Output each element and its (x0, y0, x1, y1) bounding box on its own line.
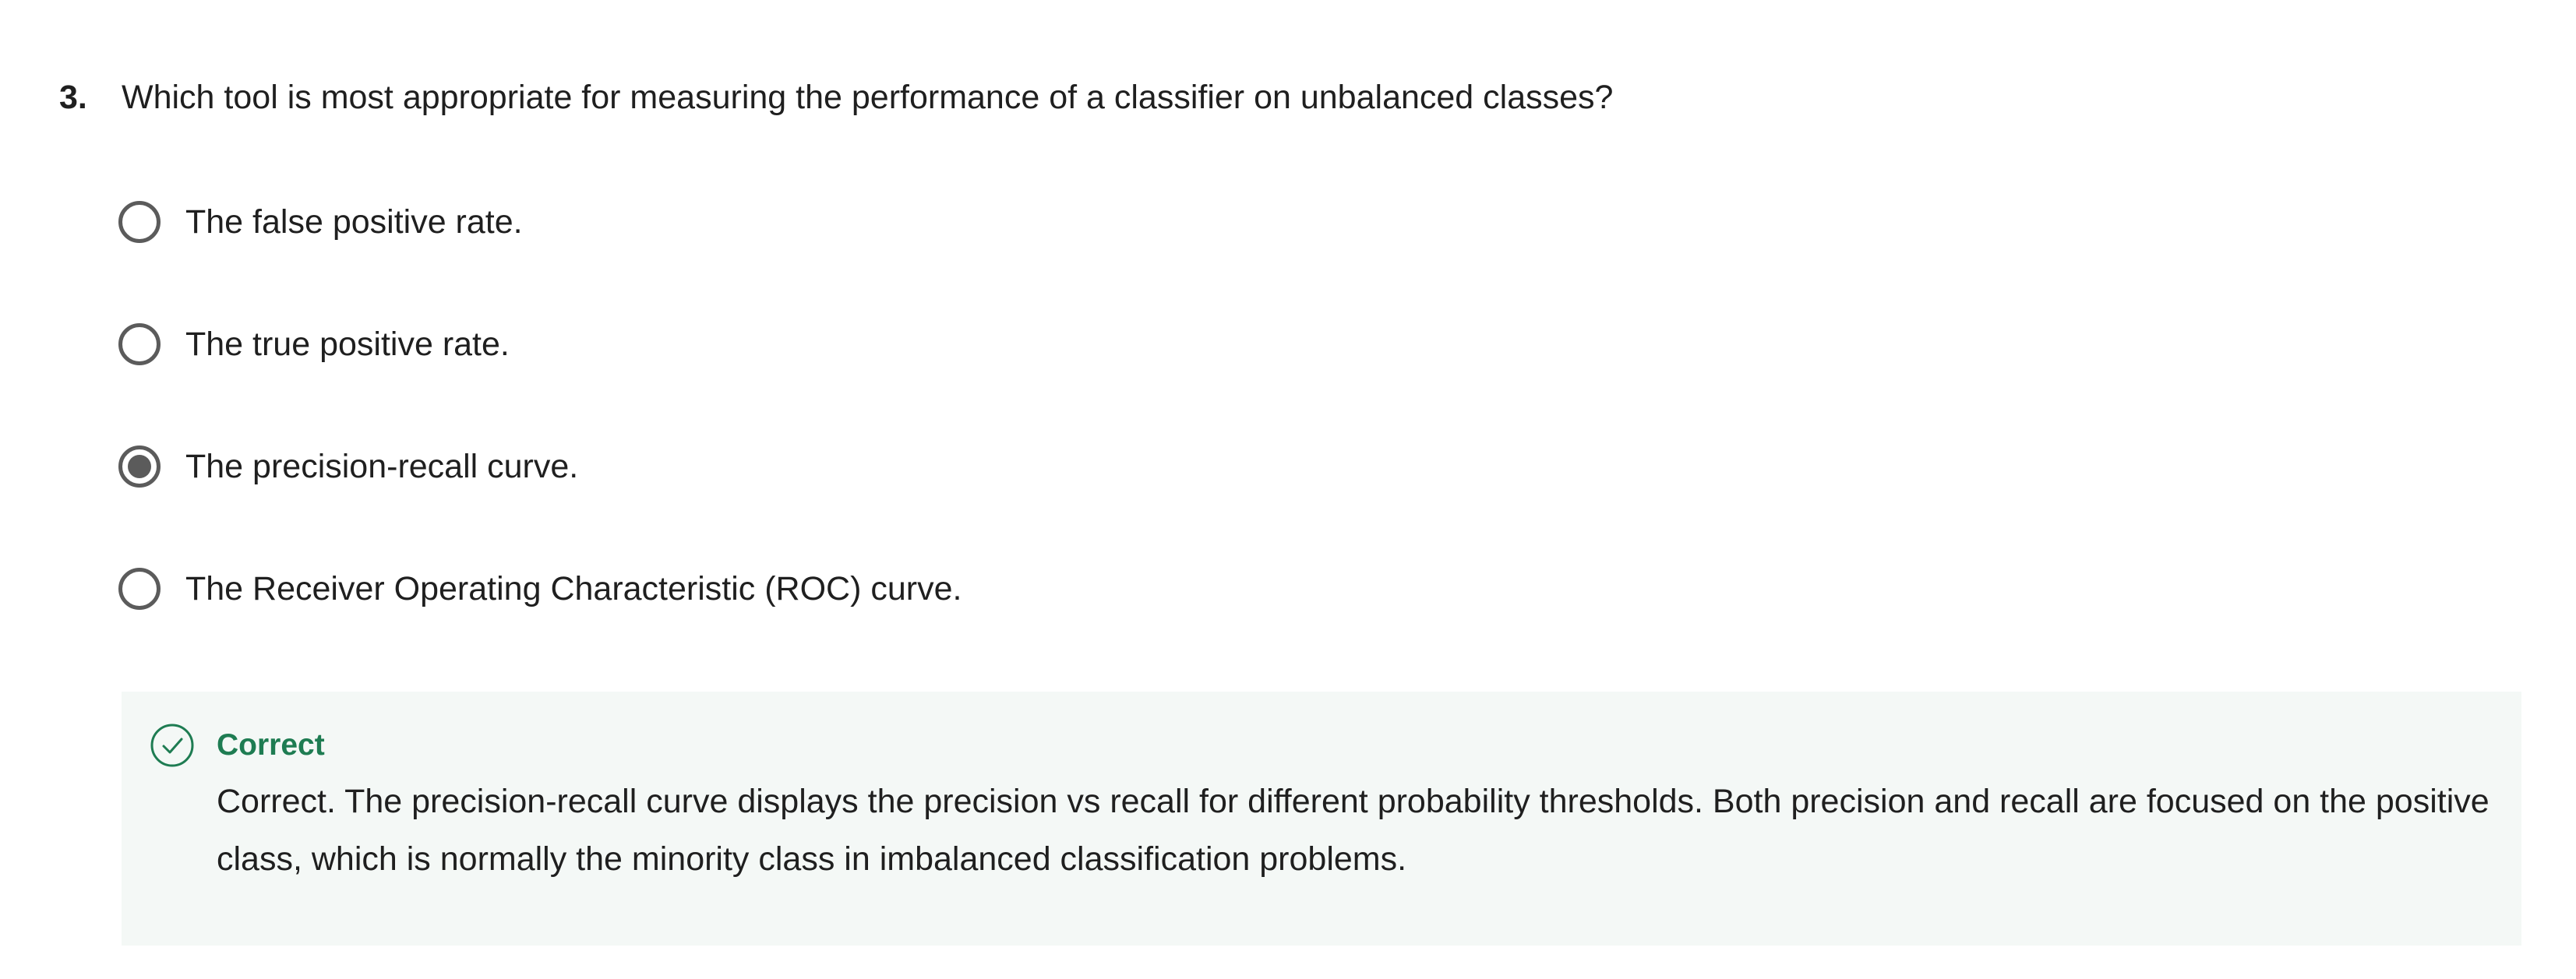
answer-option-true-positive-rate[interactable]: The true positive rate. (118, 321, 962, 368)
question-number: 3. (59, 79, 87, 116)
answer-options: The false positive rate. The true positi… (118, 199, 962, 688)
answer-option-precision-recall-curve[interactable]: The precision-recall curve. (118, 443, 962, 490)
feedback-status: Correct (217, 728, 325, 762)
option-label: The precision-recall curve. (185, 448, 579, 485)
feedback-explanation: Correct. The precision-recall curve disp… (217, 783, 2490, 878)
radio-selected-dot (128, 455, 151, 478)
radio-button[interactable] (118, 323, 161, 365)
check-circle-icon (150, 724, 194, 767)
option-label: The Receiver Operating Characteristic (R… (185, 570, 962, 607)
radio-button[interactable] (118, 568, 161, 610)
question-text: Which tool is most appropriate for measu… (122, 79, 1614, 116)
option-label: The true positive rate. (185, 326, 510, 363)
answer-option-false-positive-rate[interactable]: The false positive rate. (118, 199, 962, 245)
option-label: The false positive rate. (185, 203, 523, 241)
radio-button-selected[interactable] (118, 445, 161, 488)
quiz-question: 3. Which tool is most appropriate for me… (0, 0, 2576, 979)
feedback-panel: Correct Correct. The precision-recall cu… (122, 692, 2521, 946)
radio-button[interactable] (118, 201, 161, 243)
answer-option-roc-curve[interactable]: The Receiver Operating Characteristic (R… (118, 565, 962, 612)
